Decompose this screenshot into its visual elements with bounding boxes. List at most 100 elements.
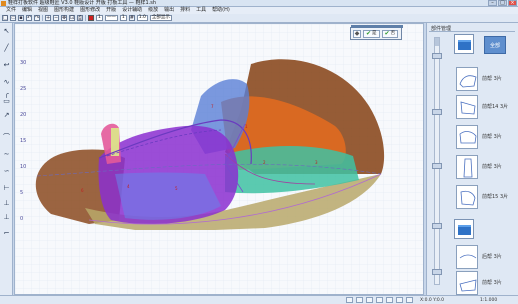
line-width-field[interactable]: 1 [96,15,103,21]
no-label: 否 [390,30,396,36]
menu-bar: 文件 编辑 视图 图形构建 图形修改 开版 设计辅助 级放 输出 排料 工具 帮… [0,7,518,14]
menu-design-aid[interactable]: 设计辅助 [119,7,145,14]
grid-toggle-icon[interactable] [366,297,373,303]
yes-button[interactable]: ✔ 是 [363,29,380,38]
ortho-toggle-icon[interactable] [356,297,363,303]
menu-help[interactable]: 帮助(H) [209,7,233,14]
title-bar: 鞋样打板软件 超级鞋匠 V3.0 鞋版设计 开版 打板工具 — 鞋样1.sh –… [0,0,518,7]
redo-icon[interactable]: ↷ [34,15,40,21]
parts-panel: 部件管理 全部 前帮 3片 前帮14 3片 前帮 3片 前帮 3片 前帮15 3… [426,23,518,295]
line-tool-icon[interactable]: ╱ [2,44,11,53]
y-axis-label: 20 [20,112,27,118]
menu-modify[interactable]: 图形修改 [77,7,103,14]
menu-edit[interactable]: 编辑 [19,7,35,14]
folder-icon[interactable] [454,34,474,54]
confirm-dialog: ◆ ✔ 是 ✔ 否 [350,25,403,40]
select-tool-icon[interactable]: ↖ [2,27,11,36]
part-label: 前帮 3片 [482,76,502,82]
part-thumbnail[interactable] [456,67,478,91]
grid-icon[interactable]: # [128,15,135,21]
curve-tool-icon[interactable]: ∿ [2,78,11,87]
part-label: 前帮 3片 [482,164,502,170]
new-file-icon[interactable]: □ [2,15,8,21]
ruler-tool-icon[interactable]: ⊢ [2,184,11,193]
minimize-button[interactable]: – [488,0,497,6]
print-icon[interactable]: ⎙ [77,15,83,21]
part-thumbnail[interactable] [456,95,478,119]
y-axis-label: 10 [20,164,27,170]
label-toggle-icon[interactable] [406,297,413,303]
bezier-tool-icon[interactable]: ⌒ [2,133,11,142]
menu-view[interactable]: 视图 [35,7,51,14]
window-title: 鞋样打板软件 超级鞋匠 V3.0 鞋版设计 开版 打板工具 — 鞋样1.sh [8,0,157,6]
y-axis-label: 0 [20,216,24,222]
check-icon: ✔ [366,29,372,37]
menu-output[interactable]: 输出 [161,7,177,14]
menu-construct[interactable]: 图形构建 [51,7,77,14]
part-thumbnail[interactable] [456,271,478,295]
part-label: 前帮14 3片 [482,104,509,110]
menu-grading[interactable]: 级放 [145,7,161,14]
shoe-pattern-drawing: 1 2 3 4 5 6 7 [15,24,423,294]
line-style-select[interactable]: —— [104,15,118,21]
part-thumbnail[interactable] [456,125,478,149]
scroll-thumb[interactable] [435,38,439,46]
display-mode-select[interactable]: 全部显示 [149,15,172,21]
fill-toggle-icon[interactable] [396,297,403,303]
toolbar-separator [85,15,86,21]
rect-tool-icon[interactable]: ▭ [2,97,11,106]
undo-icon[interactable]: ↶ [26,15,32,21]
part-label: 前帮 3片 [482,280,502,286]
arc-tool-icon[interactable]: ↩ [2,61,11,70]
app-icon [1,1,6,6]
arrow-tool-icon[interactable]: ↗ [2,111,11,120]
save-icon[interactable]: ▪ [18,15,24,21]
line-color-swatch[interactable] [88,15,94,21]
coordinate-readout: X:0.0 Y:0.0 [420,298,445,303]
maximize-button[interactable]: □ [498,0,507,6]
toolbar-separator [42,15,43,21]
parts-scrollbar[interactable] [434,37,440,285]
part-thumbnail[interactable] [456,185,478,209]
slider-handle[interactable] [432,53,442,59]
menu-nesting[interactable]: 排料 [177,7,193,14]
part-thumbnail[interactable] [456,155,478,179]
slider-handle[interactable] [432,269,442,275]
angle-tool-icon[interactable]: ⌐ [2,229,11,238]
yes-label: 是 [372,30,377,36]
part-label: 前帮15 3片 [482,194,509,200]
folder-icon[interactable] [454,219,474,239]
y-axis-label: 5 [20,190,24,196]
check-icon: ✔ [384,29,390,37]
zigzag-tool-icon[interactable]: ∽ [2,167,11,176]
slider-handle[interactable] [432,223,442,229]
measure-toggle-icon[interactable] [386,297,393,303]
layer-toggle-icon[interactable] [376,297,383,303]
left-toolbox: ↖ ╱ ↩ ∿ ╭ ▭ ↗ ⌒ ∼ ∽ ⊢ ⊥ ⊥ ⌐ [0,23,13,295]
open-file-icon[interactable]: ▭ [10,15,16,21]
zoom-field[interactable]: 1.0 [136,15,148,21]
fit-icon[interactable]: ⊡ [69,15,75,21]
part-thumbnail[interactable] [456,245,478,269]
wave-tool-icon[interactable]: ∼ [2,150,11,159]
close-button[interactable]: × [508,0,517,6]
status-bar: X:0.0 Y:0.0 1:1.000 [0,295,518,304]
show-all-button[interactable]: 全部 [484,36,506,54]
slider-handle[interactable] [432,163,442,169]
measure-tool-icon[interactable]: ⊥ [2,213,11,222]
scale-readout: 1:1.000 [480,298,498,303]
pan-icon[interactable]: ✥ [61,15,67,21]
zoom-in-icon[interactable]: + [45,15,51,21]
menu-file[interactable]: 文件 [3,7,19,14]
slider-handle[interactable] [432,109,442,115]
menu-pattern[interactable]: 开版 [103,7,119,14]
snap-field[interactable]: 1 [119,15,127,21]
zoom-out-icon[interactable]: − [53,15,59,21]
no-button[interactable]: ✔ 否 [381,29,399,38]
drawing-canvas[interactable]: 1 2 3 4 5 6 7 30 25 20 15 10 5 0 [14,23,424,295]
y-axis-label: 25 [20,86,27,92]
menu-tools[interactable]: 工具 [193,7,209,14]
main-toolbar: □ ▭ ▪ ↶ ↷ + − ✥ ⊡ ⎙ 1 —— 1 # 1.0 全部显示 [0,14,518,23]
perpendicular-tool-icon[interactable]: ⊥ [2,199,11,208]
snap-toggle-icon[interactable] [346,297,353,303]
